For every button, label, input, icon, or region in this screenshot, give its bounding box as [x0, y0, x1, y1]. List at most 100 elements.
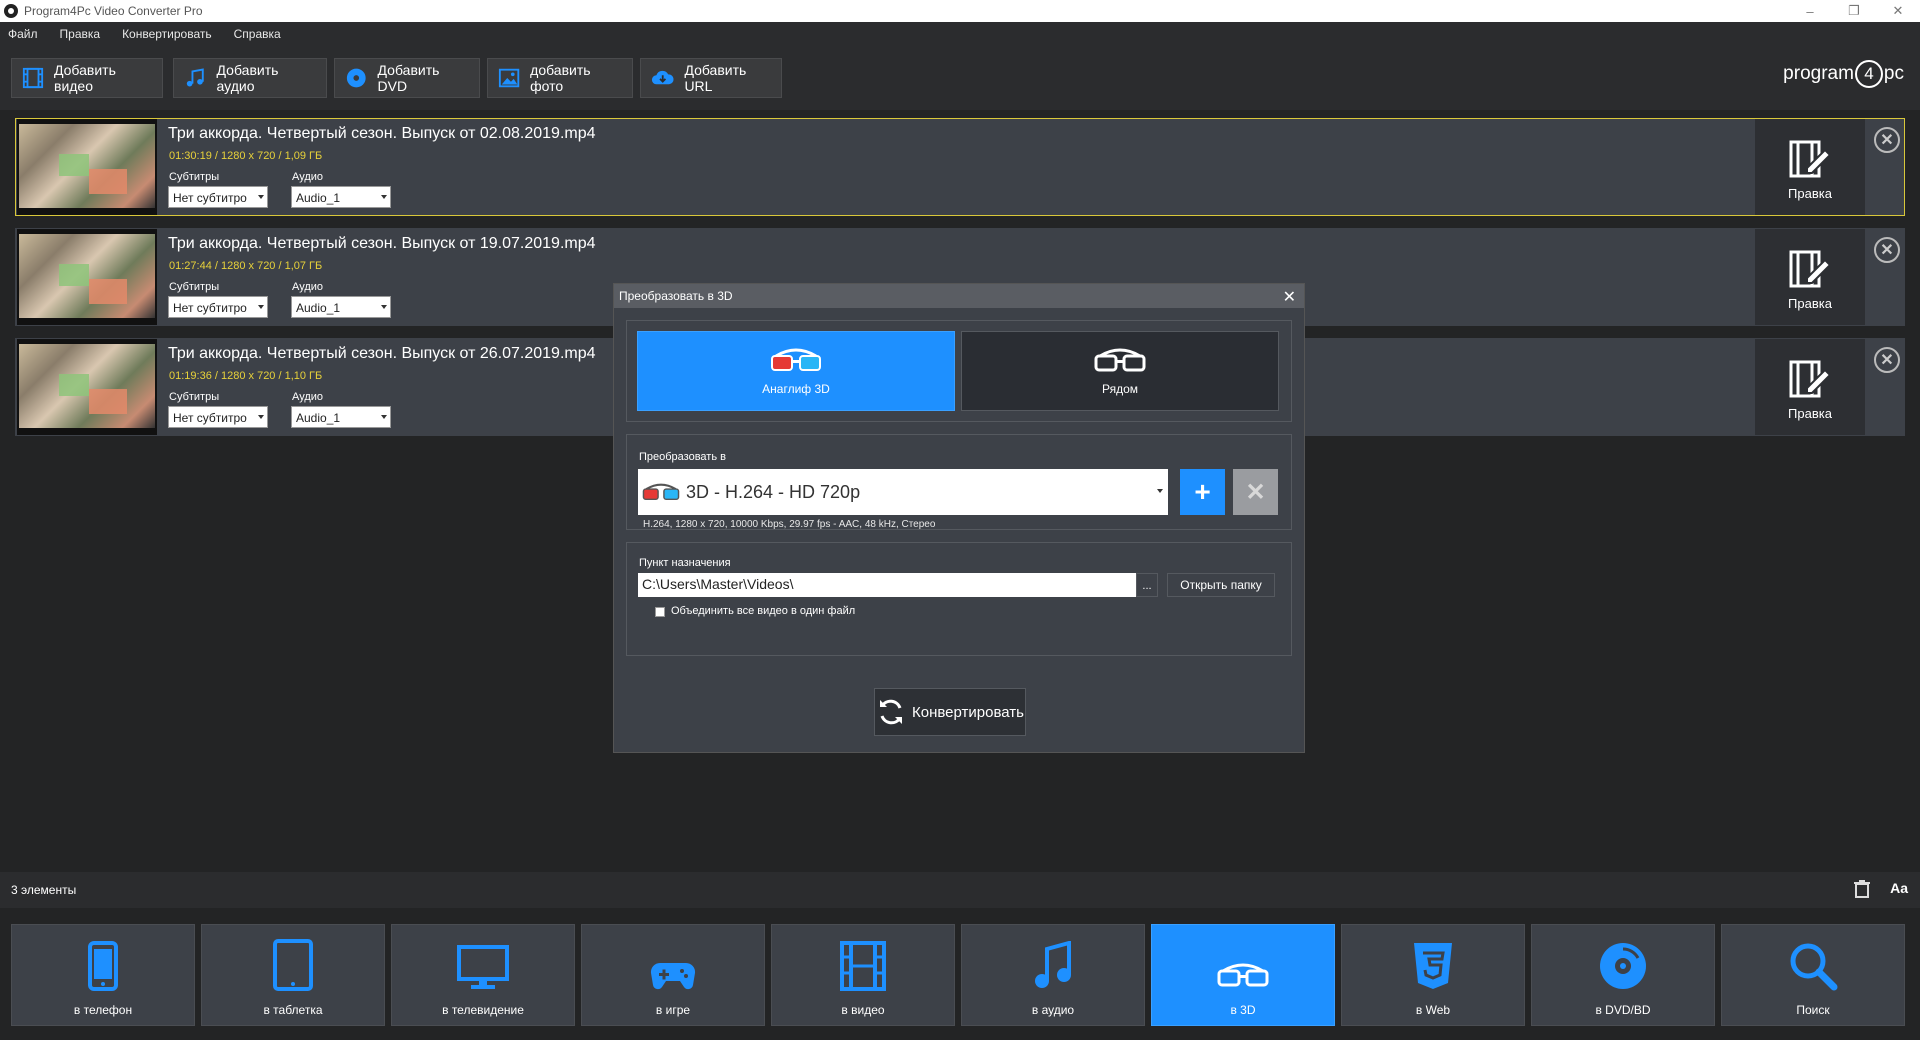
format-group: Преобразовать в 3D - H.264 - HD 720p + ✕… [626, 434, 1292, 530]
subtitles-select[interactable]: Нет субтитро [168, 296, 268, 318]
menu-help[interactable]: Справка [234, 27, 281, 41]
add-format-button[interactable]: + [1180, 469, 1225, 515]
audio-select[interactable]: Audio_1 [291, 296, 391, 318]
file-name: Три аккорда. Четвертый сезон. Выпуск от … [168, 235, 596, 252]
edit-film-icon [1789, 250, 1832, 287]
status-bar: 3 элементы Aa [0, 872, 1920, 908]
font-size-button[interactable]: Aa [1890, 880, 1908, 896]
anaglyph-mode-button[interactable]: Анаглиф 3D [637, 331, 955, 411]
remove-file-icon[interactable]: ✕ [1874, 127, 1900, 153]
category-search[interactable]: Поиск [1721, 924, 1905, 1026]
remove-file-icon[interactable]: ✕ [1874, 237, 1900, 263]
merge-checkbox[interactable] [655, 607, 665, 617]
remove-format-button[interactable]: ✕ [1233, 469, 1278, 515]
brand-logo: program 4 pc [1783, 60, 1904, 88]
subtitles-label: Субтитры [169, 391, 220, 403]
destination-input[interactable]: C:\Users\Master\Videos\ [638, 573, 1136, 597]
gamepad-icon [650, 962, 696, 990]
edit-button[interactable]: Правка [1755, 339, 1865, 435]
anaglyph-glasses-icon [771, 348, 821, 371]
close-icon[interactable]: ✕ [1283, 287, 1296, 307]
3d-glasses-icon [1094, 348, 1146, 372]
item-count: 3 элементы [11, 883, 77, 897]
mode-group: Анаглиф 3D Рядом [626, 320, 1292, 422]
convert-label: Конвертировать [912, 703, 1024, 721]
category-label: в аудио [1031, 1003, 1075, 1017]
category-label: в телевидение [442, 1003, 524, 1017]
format-select[interactable]: 3D - H.264 - HD 720p [638, 469, 1168, 515]
category-phone[interactable]: в телефон [11, 924, 195, 1026]
close-window-icon[interactable]: ✕ [1876, 0, 1920, 22]
category-label: в Web [1415, 1003, 1451, 1017]
menu-file[interactable]: Файл [8, 27, 38, 41]
close-icon: ✕ [1245, 478, 1266, 506]
menu-edit[interactable]: Правка [60, 27, 101, 41]
file-meta: 01:30:19 / 1280 x 720 / 1,09 ГБ [169, 150, 323, 162]
open-folder-button[interactable]: Открыть папку [1167, 573, 1275, 597]
subtitles-select[interactable]: Нет субтитро [168, 406, 268, 428]
video-thumbnail [17, 339, 157, 435]
format-info: H.264, 1280 x 720, 10000 Kbps, 29.97 fps… [643, 519, 936, 530]
music-note-icon [186, 68, 204, 87]
category-game[interactable]: в игре [581, 924, 765, 1026]
add-photo-button[interactable]: добавить фото [487, 58, 633, 98]
category-tablet[interactable]: в таблетка [201, 924, 385, 1026]
3d-glasses-icon [1217, 963, 1269, 987]
add-dvd-label: Добавить DVD [377, 62, 440, 94]
side-by-side-mode-button[interactable]: Рядом [961, 331, 1279, 411]
tablet-icon [273, 939, 313, 991]
add-url-label: Добавить URL [684, 62, 747, 94]
subtitles-select[interactable]: Нет субтитро [168, 186, 268, 208]
edit-label: Правка [1788, 185, 1832, 201]
convert-3d-dialog: Преобразовать в 3D ✕ Анаглиф 3D Рядом Пр… [613, 283, 1305, 753]
dialog-title: Преобразовать в 3D [619, 289, 733, 303]
category-tv[interactable]: в телевидение [391, 924, 575, 1026]
chevron-down-icon [258, 305, 264, 309]
category-web[interactable]: в Web [1341, 924, 1525, 1026]
category-dvd[interactable]: в DVD/BD [1531, 924, 1715, 1026]
disc-icon [1600, 943, 1646, 989]
format-value: 3D - H.264 - HD 720p [686, 481, 861, 502]
category-3d[interactable]: в 3D [1151, 924, 1335, 1026]
film-icon [22, 67, 44, 89]
chevron-down-icon [381, 195, 387, 199]
audio-value: Audio_1 [296, 411, 341, 425]
plus-icon: + [1194, 476, 1211, 507]
minimize-icon[interactable]: – [1788, 0, 1832, 22]
edit-button[interactable]: Правка [1755, 229, 1865, 325]
edit-button[interactable]: Правка [1755, 119, 1865, 215]
html5-icon [1414, 943, 1452, 989]
chevron-down-icon [1157, 489, 1163, 493]
video-thumbnail [17, 119, 157, 215]
image-icon [498, 68, 520, 88]
chevron-down-icon [381, 415, 387, 419]
add-audio-label: Добавить аудио [216, 62, 279, 94]
chevron-down-icon [258, 415, 264, 419]
audio-select[interactable]: Audio_1 [291, 406, 391, 428]
add-url-button[interactable]: Добавить URL [640, 58, 782, 98]
file-item[interactable]: Три аккорда. Четвертый сезон. Выпуск от … [15, 118, 1905, 216]
file-meta: 01:19:36 / 1280 x 720 / 1,10 ГБ [169, 370, 323, 382]
restore-icon[interactable]: ❐ [1832, 0, 1876, 22]
add-video-button[interactable]: Добавить видео [11, 58, 163, 98]
film-icon [840, 941, 886, 991]
audio-value: Audio_1 [296, 191, 341, 205]
convert-button[interactable]: Конвертировать [874, 688, 1026, 736]
menu-convert[interactable]: Конвертировать [122, 27, 212, 41]
add-dvd-button[interactable]: Добавить DVD [334, 58, 480, 98]
file-name: Три аккорда. Четвертый сезон. Выпуск от … [168, 125, 596, 142]
browse-button[interactable]: ... [1136, 573, 1158, 597]
remove-file-icon[interactable]: ✕ [1874, 347, 1900, 373]
audio-label: Аудио [292, 281, 324, 293]
trash-icon[interactable] [1854, 880, 1870, 898]
add-photo-label: добавить фото [530, 62, 591, 94]
refresh-icon [880, 699, 903, 725]
edit-label: Правка [1788, 405, 1832, 421]
audio-select[interactable]: Audio_1 [291, 186, 391, 208]
subtitles-label: Субтитры [169, 281, 220, 293]
category-label: в телефон [73, 1003, 133, 1017]
audio-value: Audio_1 [296, 301, 341, 315]
category-video[interactable]: в видео [771, 924, 955, 1026]
category-audio[interactable]: в аудио [961, 924, 1145, 1026]
add-audio-button[interactable]: Добавить аудио [173, 58, 327, 98]
